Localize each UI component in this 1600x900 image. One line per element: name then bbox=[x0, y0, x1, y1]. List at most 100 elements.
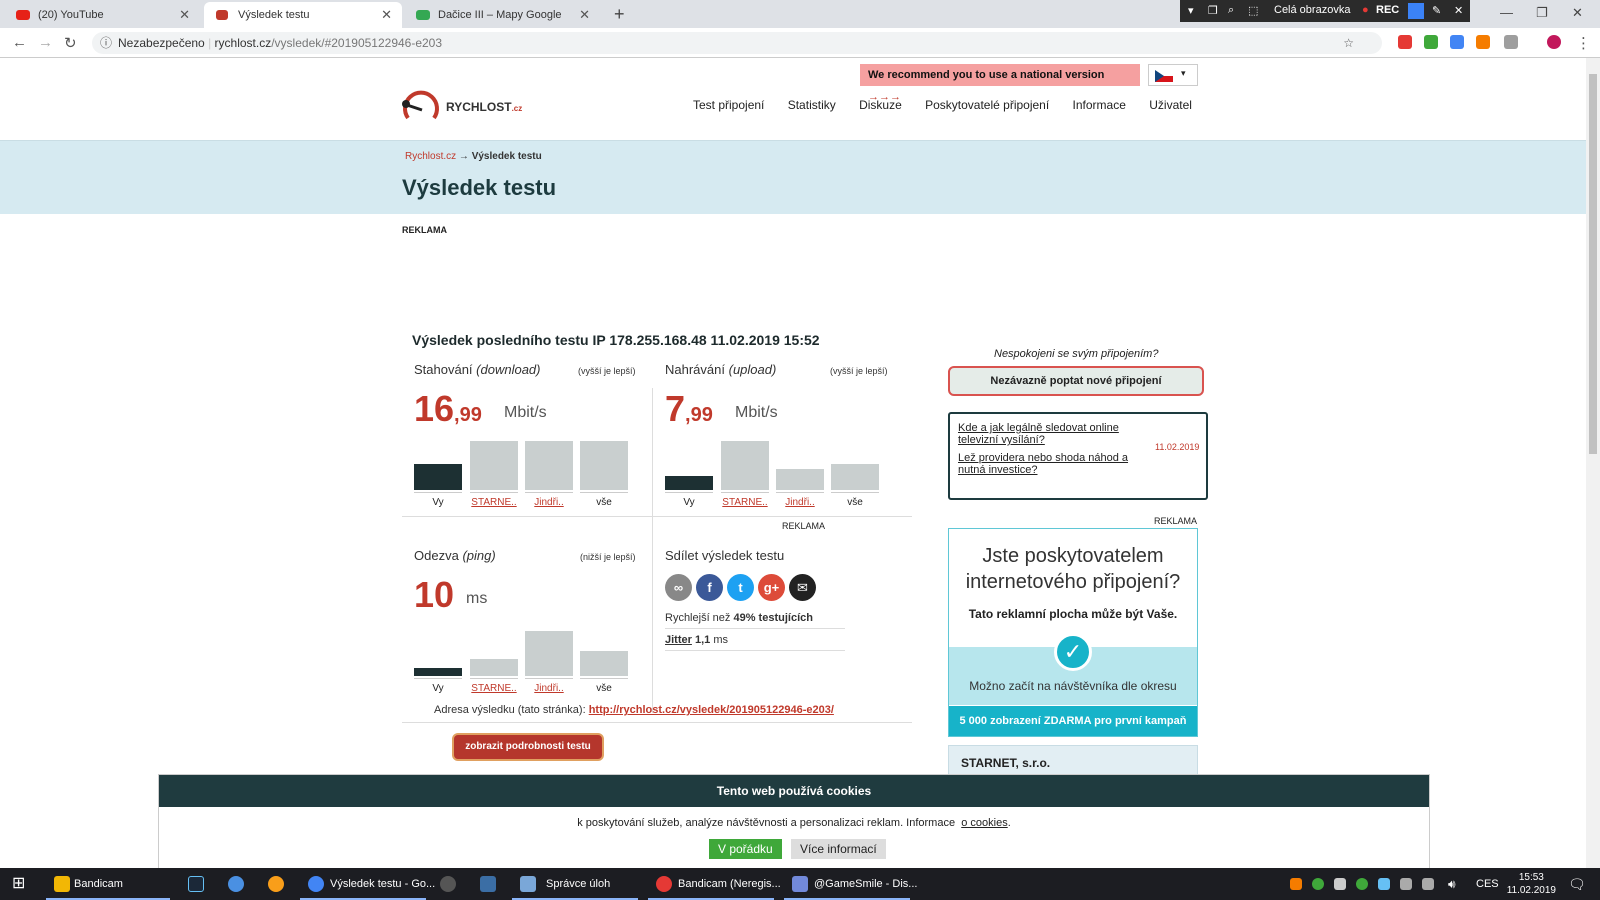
ad-line: Možno začít na návštěvníka dle okresu bbox=[969, 679, 1177, 693]
extension-icon[interactable] bbox=[1476, 35, 1490, 49]
bar-label-starnet[interactable]: STARNE.. bbox=[721, 492, 769, 512]
bar-label-starnet[interactable]: STARNE.. bbox=[470, 492, 518, 512]
language-indicator[interactable]: CES bbox=[1476, 868, 1499, 900]
bar-label-starnet[interactable]: STARNE.. bbox=[470, 678, 518, 698]
extension-icon[interactable] bbox=[1424, 35, 1438, 49]
window-close-icon[interactable]: ✕ bbox=[1572, 5, 1583, 21]
overwatch-icon[interactable] bbox=[268, 876, 284, 892]
faster-than: Rychlejší než 49% testujících bbox=[665, 612, 845, 629]
taskbar-bandicam-unregistered[interactable]: Bandicam (Neregis... bbox=[678, 868, 781, 900]
bar-label-jindrichuv[interactable]: Jindři.. bbox=[525, 678, 573, 698]
bandicam-record-icon[interactable] bbox=[656, 876, 672, 892]
adblock-extension-icon[interactable] bbox=[1398, 35, 1412, 49]
rec-button[interactable]: REC bbox=[1376, 4, 1399, 16]
news-link[interactable]: Lež providera nebo shoda náhod a nutná i… bbox=[958, 452, 1148, 476]
result-permalink[interactable]: http://rychlost.cz/vysledek/201905122946… bbox=[589, 704, 834, 716]
tray-icon[interactable] bbox=[1400, 878, 1412, 890]
email-icon[interactable]: ✉ bbox=[789, 574, 816, 601]
page-scrollbar[interactable] bbox=[1586, 58, 1600, 868]
windows-start-icon[interactable]: ⊞ bbox=[12, 868, 25, 900]
steam-tray-icon[interactable] bbox=[1378, 878, 1390, 890]
close-tab-icon[interactable]: ✕ bbox=[179, 2, 190, 28]
google-plus-icon[interactable]: g+ bbox=[758, 574, 785, 601]
pencil-icon[interactable]: ✎ bbox=[1432, 4, 1441, 17]
media-app-icon[interactable] bbox=[480, 876, 496, 892]
breadcrumb-home-link[interactable]: Rychlost.cz bbox=[405, 151, 456, 162]
tray-icon[interactable] bbox=[1334, 878, 1346, 890]
app-icon[interactable] bbox=[440, 876, 456, 892]
screen-select-icon[interactable]: ⬚ bbox=[1248, 4, 1258, 17]
taskbar-discord[interactable]: @GameSmile - Dis... bbox=[814, 868, 917, 900]
minimize-icon[interactable]: — bbox=[1500, 5, 1513, 20]
close-tab-icon[interactable]: ✕ bbox=[579, 2, 590, 28]
steam-icon[interactable] bbox=[188, 876, 204, 892]
nav-statistiky[interactable]: Statistiky bbox=[788, 98, 836, 112]
cookie-info-link[interactable]: o cookies bbox=[961, 817, 1007, 829]
tab-vysledek-testu[interactable]: Výsledek testu ✕ bbox=[204, 2, 402, 28]
cookie-more-button[interactable]: Více informací bbox=[791, 839, 886, 859]
bar-jindrichuv bbox=[525, 631, 573, 676]
address-bar[interactable]: ⓘ Nezabezpečeno | rychlost.cz/vysledek/#… bbox=[92, 32, 1382, 54]
tray-icon[interactable] bbox=[1290, 878, 1302, 890]
new-tab-button[interactable]: + bbox=[614, 4, 625, 25]
scrollbar-thumb[interactable] bbox=[1589, 74, 1597, 454]
close-tab-icon[interactable]: ✕ bbox=[381, 2, 392, 28]
checkmark-icon: ✓ bbox=[1054, 633, 1092, 671]
taskbar-chrome[interactable]: Výsledek testu - Go... bbox=[330, 868, 435, 900]
ad-label: REKLAMA bbox=[1154, 516, 1198, 526]
nav-uzivatel[interactable]: Uživatel bbox=[1149, 98, 1192, 112]
sidebar-question: Nespokojeni se svým připojením? bbox=[994, 348, 1159, 360]
details-button[interactable]: zobrazit podrobnosti testu bbox=[452, 733, 604, 761]
search-icon[interactable]: ⌕ bbox=[1228, 4, 1234, 17]
news-date: 11.02.2019 bbox=[1155, 442, 1200, 452]
task-manager-icon[interactable] bbox=[520, 876, 536, 892]
network-icon[interactable] bbox=[1422, 878, 1434, 890]
link-icon[interactable]: ∞ bbox=[665, 574, 692, 601]
sync-app-icon[interactable] bbox=[228, 876, 244, 892]
cookie-accept-button[interactable]: V pořádku bbox=[709, 839, 782, 859]
nav-test-pripojeni[interactable]: Test připojení bbox=[693, 98, 764, 112]
bar-starnet bbox=[470, 441, 518, 490]
request-connection-button[interactable]: Nezávazně poptat nové připojení bbox=[948, 366, 1204, 396]
folder-icon[interactable] bbox=[54, 876, 70, 892]
forward-arrow-icon[interactable]: → bbox=[38, 34, 53, 51]
news-link[interactable]: Kde a jak legálně sledovat online televi… bbox=[958, 422, 1148, 446]
ad-label: REKLAMA bbox=[402, 225, 447, 235]
close-icon[interactable]: ✕ bbox=[1454, 4, 1463, 17]
back-arrow-icon[interactable]: ← bbox=[12, 34, 27, 51]
extension-icon[interactable] bbox=[1504, 35, 1518, 49]
capture-mode[interactable]: Celá obrazovka bbox=[1274, 4, 1350, 16]
translate-extension-icon[interactable] bbox=[1450, 35, 1464, 49]
window-icon[interactable]: ❐ bbox=[1208, 4, 1218, 17]
provider-ad-banner[interactable]: Jste poskytovatelem internetového připoj… bbox=[948, 528, 1198, 737]
bar-label-jindrichuv[interactable]: Jindři.. bbox=[776, 492, 824, 512]
volume-icon[interactable]: 🔊︎ bbox=[1448, 868, 1456, 900]
nav-informace[interactable]: Informace bbox=[1073, 98, 1126, 112]
bar-label-jindrichuv[interactable]: Jindři.. bbox=[525, 492, 573, 512]
discord-icon[interactable] bbox=[792, 876, 808, 892]
language-select[interactable]: ▾ bbox=[1148, 64, 1198, 86]
chrome-icon[interactable] bbox=[308, 876, 324, 892]
twitter-icon[interactable]: t bbox=[727, 574, 754, 601]
national-version-banner[interactable]: We recommend you to use a national versi… bbox=[860, 64, 1140, 103]
facebook-icon[interactable]: f bbox=[696, 574, 723, 601]
breadcrumb: Rychlost.cz → Výsledek testu bbox=[405, 151, 542, 162]
dropdown-icon[interactable]: ▾ bbox=[1188, 4, 1194, 17]
taskbar-bandicam[interactable]: Bandicam bbox=[74, 868, 123, 900]
reload-icon[interactable]: ↻ bbox=[64, 34, 77, 52]
info-icon[interactable]: ⓘ bbox=[100, 32, 112, 54]
tray-icon[interactable] bbox=[1312, 878, 1324, 890]
tab-youtube[interactable]: (20) YouTube ✕ bbox=[4, 2, 200, 28]
restore-icon[interactable]: ❐ bbox=[1536, 5, 1548, 21]
bookmark-star-icon[interactable]: ☆ bbox=[1343, 32, 1354, 54]
tray-icon[interactable] bbox=[1356, 878, 1368, 890]
profile-avatar[interactable] bbox=[1547, 35, 1561, 49]
notification-icon[interactable]: 🗨︎ bbox=[1568, 868, 1586, 900]
webcam-icon[interactable] bbox=[1408, 3, 1424, 19]
nav-diskuze[interactable]: Diskuze bbox=[859, 98, 902, 112]
nav-poskytovatele[interactable]: Poskytovatelé připojení bbox=[925, 98, 1049, 112]
tab-mapy-google[interactable]: Dačice III – Mapy Google ✕ bbox=[404, 2, 600, 28]
taskbar-clock[interactable]: 15:53 11.02.2019 bbox=[1507, 871, 1556, 897]
taskbar-task-manager[interactable]: Správce úloh bbox=[546, 868, 610, 900]
menu-dots-icon[interactable]: ⋮ bbox=[1576, 34, 1591, 52]
